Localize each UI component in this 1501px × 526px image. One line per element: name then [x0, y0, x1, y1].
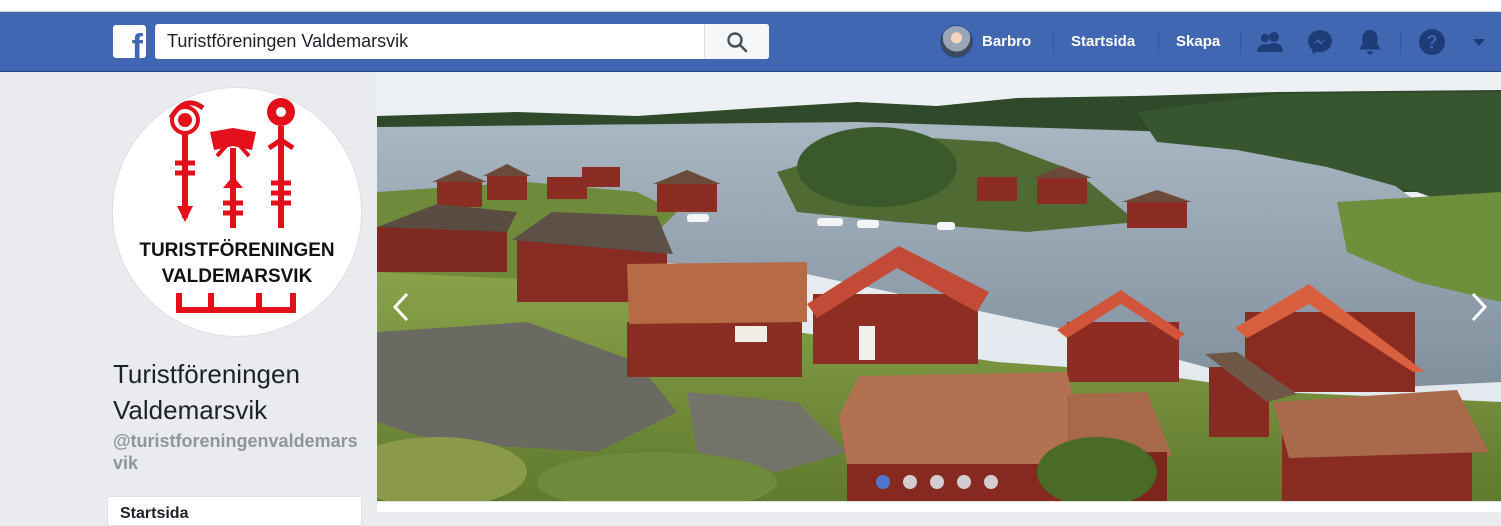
previous-slide-button[interactable]	[389, 287, 413, 327]
browser-top-strip	[0, 0, 1501, 12]
svg-text:?: ?	[1427, 32, 1438, 52]
cover-photo	[377, 72, 1501, 501]
nav-divider	[1158, 30, 1159, 54]
messenger-icon	[1308, 30, 1332, 54]
create-link[interactable]: Skapa	[1176, 24, 1220, 60]
nav-divider	[1240, 30, 1241, 54]
page-username[interactable]: @turistforeningenvaldemarsvik	[113, 430, 363, 474]
slide-indicator-dot[interactable]	[984, 475, 998, 489]
page-profile-picture[interactable]: TURISTFÖRENINGEN VALDEMARSVIK	[113, 88, 361, 336]
slideshow-indicators	[876, 475, 998, 489]
svg-text:TURISTFÖRENINGEN: TURISTFÖRENINGEN	[139, 240, 334, 261]
slide-indicator-dot[interactable]	[876, 475, 890, 489]
search-input[interactable]	[155, 24, 705, 59]
menu-item-home[interactable]: Startsida	[120, 505, 188, 523]
content-area-edge	[377, 501, 1501, 512]
user-avatar[interactable]	[940, 25, 973, 58]
top-navigation-bar: f Barbro Startsida Skapa	[0, 12, 1501, 72]
home-link[interactable]: Startsida	[1071, 24, 1135, 60]
page-menu: Startsida	[107, 496, 362, 526]
notifications-button[interactable]	[1355, 27, 1385, 57]
slide-indicator-dot[interactable]	[903, 475, 917, 489]
search-icon	[727, 31, 748, 52]
account-menu-button[interactable]	[1466, 27, 1492, 57]
search-bar	[155, 24, 769, 59]
page-title[interactable]: Turistföreningen Valdemarsvik	[113, 356, 363, 428]
friends-icon	[1257, 32, 1283, 52]
messenger-button[interactable]	[1305, 27, 1335, 57]
chevron-left-icon	[392, 292, 409, 322]
slide-indicator-dot[interactable]	[930, 475, 944, 489]
slide-indicator-dot[interactable]	[957, 475, 971, 489]
facebook-logo-icon[interactable]: f	[113, 25, 146, 58]
svg-text:VALDEMARSVIK: VALDEMARSVIK	[162, 266, 313, 287]
cover-photo-slideshow[interactable]	[377, 72, 1501, 501]
profile-link[interactable]: Barbro	[982, 24, 1031, 60]
help-button[interactable]: ?	[1417, 27, 1447, 57]
caret-down-icon	[1473, 39, 1485, 46]
search-button[interactable]	[704, 24, 769, 59]
notifications-icon	[1360, 30, 1380, 55]
next-slide-button[interactable]	[1467, 287, 1491, 327]
friend-requests-button[interactable]	[1255, 27, 1285, 57]
help-icon: ?	[1419, 29, 1445, 55]
turistforeningen-logo: TURISTFÖRENINGEN VALDEMARSVIK	[139, 98, 335, 313]
nav-divider	[1053, 30, 1054, 54]
nav-divider	[1400, 30, 1401, 54]
chevron-right-icon	[1471, 292, 1488, 322]
